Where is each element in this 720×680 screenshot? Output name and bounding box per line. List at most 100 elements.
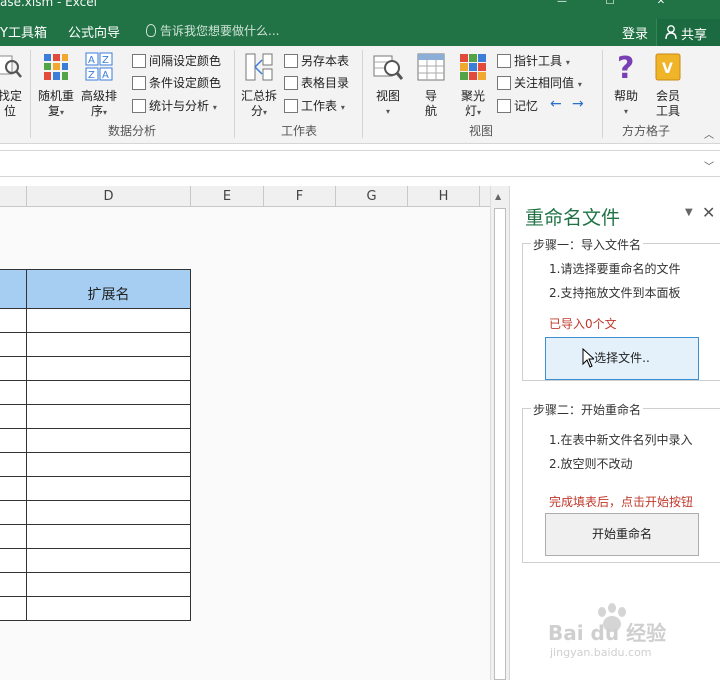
chevron-down-icon: ▾	[103, 108, 108, 117]
chevron-down-icon[interactable]: ﹀	[704, 158, 714, 173]
tab-y-toolbox[interactable]: Y工具箱	[0, 22, 47, 41]
chevron-down-icon: ▾	[623, 107, 628, 116]
pointer-tool-button[interactable]: 指针工具 ▾	[497, 52, 570, 70]
maximize-button[interactable]: ☐	[595, 0, 625, 10]
stats-analysis-button[interactable]: 统计与分析 ▾	[132, 97, 217, 115]
table-cell[interactable]	[0, 453, 27, 477]
save-sheet-icon	[284, 54, 298, 68]
minimize-button[interactable]: —	[547, 0, 577, 10]
table-cell[interactable]	[0, 501, 27, 525]
summary-split-icon	[245, 53, 273, 81]
summary-split-button[interactable]: 汇总拆 分▾	[238, 52, 280, 120]
select-files-button[interactable]: 选择文件..	[545, 337, 699, 380]
vertical-scrollbar[interactable]: ▲	[490, 186, 509, 680]
focus-same-value-button[interactable]: 关注相同值 ▾	[497, 74, 582, 92]
table-cell-extension[interactable]	[26, 573, 191, 597]
table-header-cell[interactable]	[0, 269, 27, 309]
condition-color-button[interactable]: 条件设定颜色	[132, 74, 221, 92]
view-button[interactable]: 视图 ▾	[368, 52, 408, 119]
table-cell[interactable]	[0, 525, 27, 549]
back-arrow-icon[interactable]: ←	[550, 96, 562, 112]
chevron-down-icon: ▾	[263, 108, 268, 117]
column-header-g[interactable]: G	[336, 186, 408, 207]
spotlight-icon	[460, 54, 486, 80]
formula-bar[interactable]: ﹀	[0, 150, 720, 177]
table-cell-extension[interactable]	[26, 405, 191, 429]
close-icon[interactable]: ✕	[702, 203, 715, 222]
svg-text:Z: Z	[102, 55, 109, 66]
table-cell[interactable]	[0, 309, 27, 333]
step-one-line-1: 1.请选择要重命名的文件	[549, 262, 681, 276]
table-cell[interactable]	[0, 477, 27, 501]
table-cell[interactable]	[0, 549, 27, 573]
column-header-f[interactable]: F	[264, 186, 336, 207]
focus-light-label-2: 灯	[464, 104, 477, 118]
scrollbar-thumb[interactable]	[494, 208, 506, 680]
table-cell[interactable]	[0, 357, 27, 381]
table-cell-extension[interactable]	[26, 429, 191, 453]
login-link[interactable]: 登录	[622, 23, 648, 42]
chevron-down-icon: ▾	[565, 58, 570, 67]
interval-color-button[interactable]: 间隔设定颜色	[132, 52, 221, 70]
pane-options-chevron-icon[interactable]: ▼	[685, 207, 693, 218]
complete-hint: 完成填表后，点击开始按钮	[549, 495, 694, 509]
worksheet-label: 工作表	[301, 99, 338, 113]
share-label: 共享	[681, 28, 708, 43]
table-cell[interactable]	[0, 573, 27, 597]
table-cell-extension[interactable]	[26, 381, 191, 405]
column-header-partial[interactable]	[0, 186, 27, 207]
view-label: 视图	[375, 89, 400, 103]
table-index-button[interactable]: 表格目录	[284, 74, 349, 92]
table-cell-extension[interactable]	[26, 597, 191, 621]
table-header-extension[interactable]: 扩展名	[26, 269, 191, 309]
group-label-worksheet: 工作表	[281, 124, 318, 138]
table-cell[interactable]	[0, 381, 27, 405]
question-mark-icon: ?	[617, 51, 634, 86]
scroll-up-icon[interactable]: ▲	[495, 192, 501, 201]
table-cell-extension[interactable]	[26, 333, 191, 357]
svg-text:Z: Z	[88, 70, 95, 81]
table-cell[interactable]	[0, 405, 27, 429]
ribbon-separator	[602, 50, 603, 138]
cell-area[interactable]: 扩展名	[0, 207, 490, 680]
focus-light-button[interactable]: 聚光 灯▾	[454, 52, 492, 120]
column-header-h[interactable]: H	[408, 186, 480, 207]
column-header-d[interactable]: D	[27, 186, 191, 207]
navigate-label-2: 航	[424, 104, 437, 118]
memory-button[interactable]: 记忆	[497, 97, 538, 115]
start-rename-button[interactable]: 开始重命名	[545, 513, 699, 556]
close-window-button[interactable]: ✕	[646, 0, 676, 10]
tab-formula-wizard[interactable]: 公式向导	[68, 22, 120, 41]
start-rename-label: 开始重命名	[591, 527, 652, 541]
table-cell[interactable]	[0, 333, 27, 357]
find-label-2: 位	[3, 104, 16, 118]
select-files-label: 选择文件..	[594, 351, 650, 365]
random-repeat-button[interactable]: 随机重 复▾	[36, 52, 76, 120]
worksheet-grid[interactable]: D E F G H 扩展名	[0, 186, 490, 680]
find-locate-button[interactable]: 找定 位	[0, 52, 24, 119]
column-header-e[interactable]: E	[191, 186, 264, 207]
table-cell-extension[interactable]	[26, 357, 191, 381]
member-tools-button[interactable]: V 会员 工具	[650, 52, 686, 119]
table-cell[interactable]	[0, 597, 27, 621]
group-label-fangfang: 方方格子	[622, 124, 671, 138]
table-cell-extension[interactable]	[26, 453, 191, 477]
table-cell-extension[interactable]	[26, 501, 191, 525]
table-cell-extension[interactable]	[26, 309, 191, 333]
interval-color-icon	[132, 54, 146, 68]
navigate-button[interactable]: 导 航	[414, 52, 448, 119]
table-cell-extension[interactable]	[26, 477, 191, 501]
svg-text:?: ?	[617, 52, 634, 82]
advanced-sort-button[interactable]: A Z Z A 高级排 序▾	[78, 52, 120, 120]
chevron-up-icon[interactable]: ︿	[704, 126, 714, 141]
tell-me-search[interactable]: 告诉我您想要做什么...	[146, 22, 279, 39]
table-index-icon	[284, 76, 298, 90]
save-this-sheet-button[interactable]: 另存本表	[284, 52, 349, 70]
worksheet-menu-button[interactable]: 工作表 ▾	[284, 97, 345, 115]
table-cell-extension[interactable]	[26, 525, 191, 549]
share-button[interactable]: 共享	[656, 19, 720, 46]
help-button[interactable]: ? 帮助 ▾	[608, 51, 644, 119]
table-cell-extension[interactable]	[26, 549, 191, 573]
table-cell[interactable]	[0, 429, 27, 453]
forward-arrow-icon[interactable]: →	[572, 96, 584, 112]
